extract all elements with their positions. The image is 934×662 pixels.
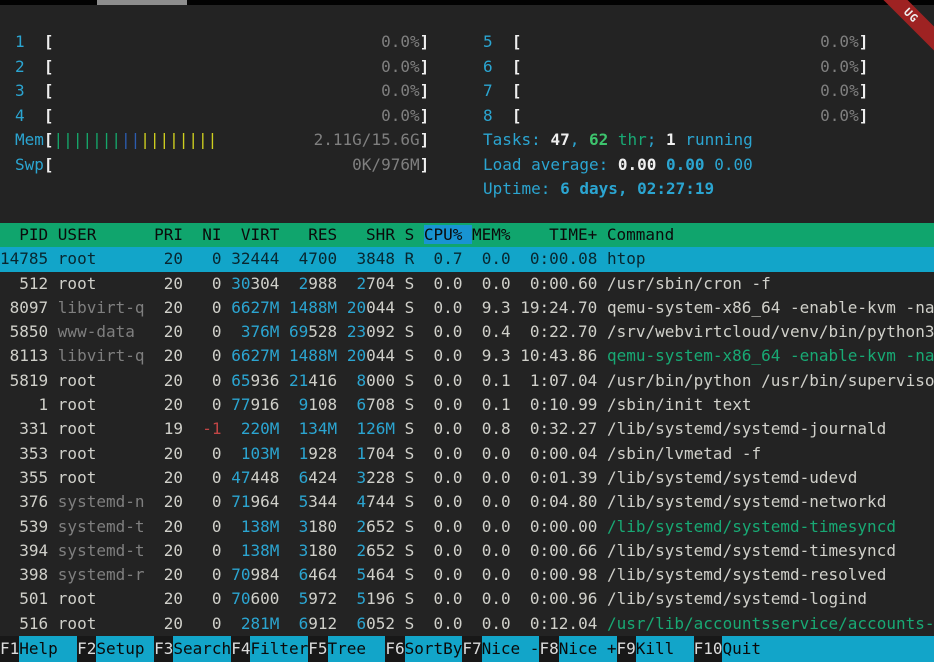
fkey-f2-setup[interactable]: F2Setup — [77, 636, 154, 662]
fkey-action-label: Nice - — [482, 636, 540, 662]
fkey-action-label: SortBy — [405, 636, 463, 662]
process-row-8097[interactable]: 8097 libvirt-q 20 0 6627M 1488M 20044 S … — [0, 296, 934, 320]
load-average: Load average: 0.00 0.00 0.00 — [483, 153, 868, 178]
fkey-action-label: Nice + — [559, 636, 617, 662]
process-row-512[interactable]: 512 root 20 0 30304 2988 2704 S 0.0 0.0 … — [0, 272, 934, 296]
fkey-action-label: Filter — [250, 636, 308, 662]
process-row-516[interactable]: 516 root 20 0 281M 6912 6052 S 0.0 0.0 0… — [0, 612, 934, 636]
fkey-f10-quit[interactable]: F10Quit — [694, 636, 761, 662]
cpu-memory-meters-left: 1 [ 0.0%]2 [ 0.0%]3 [ 0.0%]4 [ 0.0%]Mem[… — [15, 30, 429, 177]
process-row-539[interactable]: 539 systemd-t 20 0 138M 3180 2652 S 0.0 … — [0, 515, 934, 539]
fkey-f4-filter[interactable]: F4Filter — [231, 636, 308, 662]
fkey-key-label: F10 — [694, 636, 723, 662]
process-table-header: PID USER PRI NI VIRT RES SHR S CPU% MEM%… — [0, 223, 934, 247]
process-row-1[interactable]: 1 root 20 0 77916 9108 6708 S 0.0 0.1 0:… — [0, 393, 934, 417]
column-headers-right[interactable]: MEM% TIME+ Command — [472, 225, 674, 244]
sort-column-cpu[interactable]: CPU% — [424, 225, 472, 244]
process-row-331[interactable]: 331 root 19 -1 220M 134M 126M S 0.0 0.8 … — [0, 417, 934, 441]
cpu-meter-3: 3 [ 0.0%] — [15, 79, 429, 104]
process-row-355[interactable]: 355 root 20 0 47448 6424 3228 S 0.0 0.0 … — [0, 466, 934, 490]
column-headers[interactable]: PID USER PRI NI VIRT RES SHR S — [0, 225, 424, 244]
tasks-summary: Tasks: 47, 62 thr; 1 running — [483, 128, 868, 153]
process-row-353[interactable]: 353 root 20 0 103M 1928 1704 S 0.0 0.0 0… — [0, 442, 934, 466]
fkey-key-label: F1 — [0, 636, 19, 662]
process-table: PID USER PRI NI VIRT RES SHR S CPU% MEM%… — [0, 223, 934, 636]
cpu-stats-meters-right: 5 [ 0.0%]6 [ 0.0%]7 [ 0.0%]8 [ 0.0%]Task… — [483, 30, 868, 202]
fkey-action-label: Search — [173, 636, 231, 662]
process-row-398[interactable]: 398 systemd-r 20 0 70984 6464 5464 S 0.0… — [0, 563, 934, 587]
uptime: Uptime: 6 days, 02:27:19 — [483, 177, 868, 202]
fkey-f9-kill[interactable]: F9Kill — [617, 636, 694, 662]
cpu-meter-7: 7 [ 0.0%] — [483, 79, 868, 104]
fkey-key-label: F9 — [617, 636, 636, 662]
cpu-meter-1: 1 [ 0.0%] — [15, 30, 429, 55]
top-bar — [0, 0, 934, 5]
fkey-key-label: F6 — [385, 636, 404, 662]
cpu-meter-2: 2 [ 0.0%] — [15, 55, 429, 80]
fkey-key-label: F5 — [308, 636, 327, 662]
process-row-501[interactable]: 501 root 20 0 70600 5972 5196 S 0.0 0.0 … — [0, 587, 934, 611]
process-table-rows: 14785 root 20 0 32444 4700 3848 R 0.7 0.… — [0, 247, 934, 636]
process-row-5819[interactable]: 5819 root 20 0 65936 21416 8000 S 0.0 0.… — [0, 369, 934, 393]
fkey-f1-help[interactable]: F1Help — [0, 636, 77, 662]
fkey-action-label: Help — [19, 636, 77, 662]
debug-ribbon: UG — [866, 0, 934, 60]
process-row-394[interactable]: 394 systemd-t 20 0 138M 3180 2652 S 0.0 … — [0, 539, 934, 563]
fkey-key-label: F8 — [539, 636, 558, 662]
process-row-376[interactable]: 376 systemd-n 20 0 71964 5344 4744 S 0.0… — [0, 490, 934, 514]
fkey-f3-search[interactable]: F3Search — [154, 636, 231, 662]
fkey-key-label: F7 — [462, 636, 481, 662]
fkey-f6-sortby[interactable]: F6SortBy — [385, 636, 462, 662]
fkey-key-label: F2 — [77, 636, 96, 662]
debug-ribbon-text: UG — [901, 6, 921, 26]
cpu-meter-5: 5 [ 0.0%] — [483, 30, 868, 55]
swap-meter: Swp[ 0K/976M] — [15, 153, 429, 178]
process-row-8113[interactable]: 8113 libvirt-q 20 0 6627M 1488M 20044 S … — [0, 344, 934, 368]
fkey-f5-tree[interactable]: F5Tree — [308, 636, 385, 662]
fkey-key-label: F3 — [154, 636, 173, 662]
memory-meter: Mem[||||||||||||||||| 2.11G/15.6G] — [15, 128, 429, 153]
cpu-meter-8: 8 [ 0.0%] — [483, 104, 868, 129]
process-row-14785[interactable]: 14785 root 20 0 32444 4700 3848 R 0.7 0.… — [0, 247, 934, 271]
fkey-bar-filler — [761, 636, 934, 662]
fkey-action-label: Tree — [328, 636, 386, 662]
cpu-meter-4: 4 [ 0.0%] — [15, 104, 429, 129]
fkey-action-label: Kill — [636, 636, 694, 662]
fkey-f7-nice-minus[interactable]: F7Nice - — [462, 636, 539, 662]
fkey-key-label: F4 — [231, 636, 250, 662]
process-row-5850[interactable]: 5850 www-data 20 0 376M 69528 23092 S 0.… — [0, 320, 934, 344]
fkey-action-label: Quit — [722, 636, 761, 662]
htop-screen: UG 1 [ 0.0%]2 [ 0.0%]3 [ 0.0%]4 [ 0.0%]M… — [0, 0, 934, 662]
tab-indicator[interactable] — [97, 0, 187, 5]
function-key-bar: F1Help F2Setup F3SearchF4FilterF5Tree F6… — [0, 636, 934, 662]
fkey-action-label: Setup — [96, 636, 154, 662]
cpu-meter-6: 6 [ 0.0%] — [483, 55, 868, 80]
fkey-f8-nice-plus[interactable]: F8Nice + — [539, 636, 616, 662]
